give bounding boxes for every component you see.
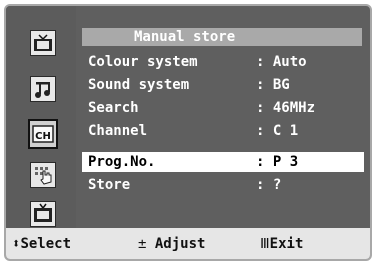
menu-row-channel[interactable]: Channel : C 1 <box>82 121 364 141</box>
category-sidebar: CH <box>6 6 76 228</box>
osd-menu-window: CH Manual store Colour system: Auto Sou… <box>4 4 372 261</box>
menu-row-value: : 46MHz <box>256 100 316 116</box>
channel-icon[interactable]: CH <box>28 119 58 149</box>
adjust-label: Adjust <box>154 236 206 252</box>
select-hint: ⬍Select <box>12 236 71 252</box>
menu-row-label: Colour system <box>88 54 198 70</box>
menu-row-label: Prog.No. <box>88 154 156 170</box>
menu-row-store[interactable]: Store : ? <box>82 175 364 195</box>
menu-row-sound-system[interactable]: Sound system : BG <box>82 75 364 95</box>
input-icon[interactable] <box>30 201 56 227</box>
menu-row-value: : BG <box>256 77 290 93</box>
menu-row-label: Channel <box>88 123 148 139</box>
setup-icon[interactable] <box>30 162 56 188</box>
menu-row-label: Sound system <box>88 77 190 93</box>
menu-exit-icon: Ⅲ <box>260 236 270 252</box>
menu-row-value: : Auto <box>256 54 307 70</box>
adjust-hint: ± Adjust <box>138 236 205 252</box>
menu-row-search[interactable]: Search : 46MHz <box>82 98 364 118</box>
channel-icon-label: CH <box>35 131 51 142</box>
menu-row-value: : C 1 <box>256 123 299 139</box>
exit-label: Exit <box>269 236 304 252</box>
menu-row-label: Store <box>88 177 131 193</box>
plus-minus-icon: ± <box>138 236 147 252</box>
picture-icon[interactable] <box>30 30 56 56</box>
select-label: Select <box>20 236 72 252</box>
sound-icon[interactable] <box>30 76 56 102</box>
menu-row-label: Search <box>88 100 139 116</box>
menu-row-colour-system[interactable]: Colour system : Auto <box>82 52 364 72</box>
menu-row-value: : ? <box>256 177 282 193</box>
menu-title: Manual store <box>134 29 236 45</box>
menu-row-prog-no[interactable]: Prog.No. : P 3 <box>82 152 364 172</box>
exit-hint: ⅢExit <box>260 236 303 252</box>
menu-row-value: : P 3 <box>256 154 299 170</box>
key-hint-bar: ⬍Select ± Adjust ⅢExit <box>6 228 370 259</box>
